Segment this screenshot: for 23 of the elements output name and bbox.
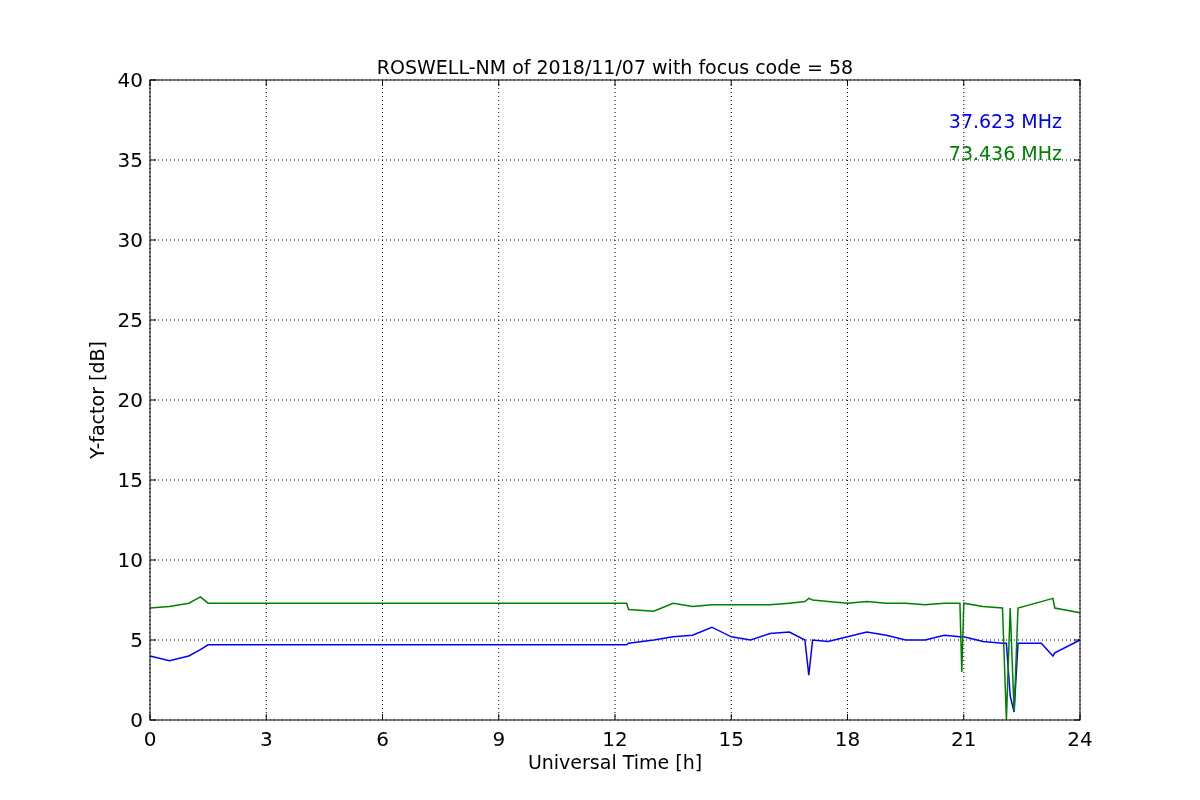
chart-title: ROSWELL-NM of 2018/11/07 with focus code = 58	[376, 56, 854, 78]
legend-label: 37.623 MHz	[948, 110, 1062, 132]
y-tick-label: 30	[117, 228, 143, 252]
y-tick-label: 0	[130, 708, 143, 732]
y-tick-label: 15	[117, 468, 143, 492]
x-tick-label: 15	[718, 727, 744, 751]
x-tick-label: 6	[376, 727, 389, 751]
y-tick-label: 10	[117, 548, 143, 572]
y-tick-label: 25	[117, 308, 143, 332]
x-tick-label: 9	[492, 727, 506, 751]
y-tick-label: 40	[117, 68, 143, 92]
y-tick-label: 5	[130, 628, 143, 652]
legend-label: 73.436 MHz	[948, 142, 1062, 164]
x-tick-label: 12	[602, 727, 628, 751]
x-tick-label: 18	[834, 727, 861, 751]
y-tick-label: 20	[117, 388, 143, 412]
x-tick-label: 0	[143, 727, 157, 751]
x-tick-label: 3	[259, 727, 273, 751]
x-tick-label: 24	[1067, 727, 1093, 751]
x-axis-label: Universal Time [h]	[527, 751, 703, 773]
y-axis-label: Y-factor [dB]	[86, 341, 108, 459]
y-tick-label: 35	[117, 148, 143, 172]
x-tick-label: 21	[951, 727, 977, 751]
